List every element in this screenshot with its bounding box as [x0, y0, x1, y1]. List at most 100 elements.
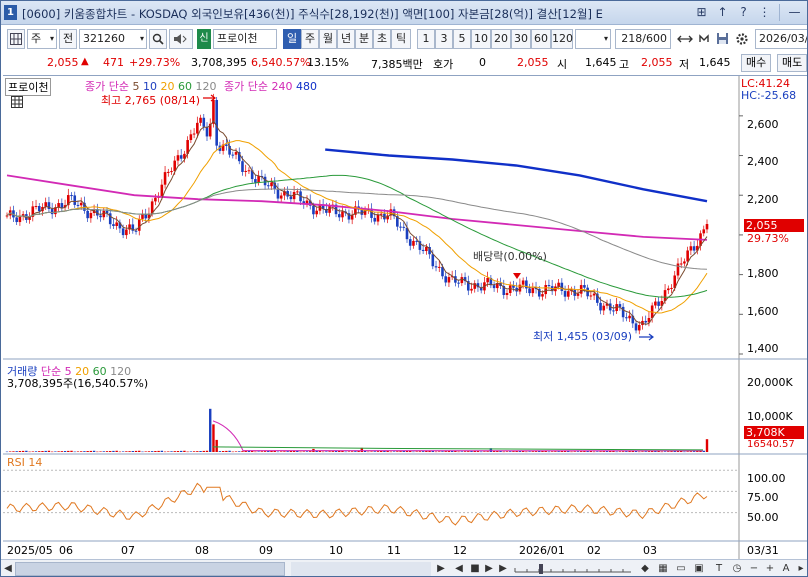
candle-body: [583, 285, 586, 288]
ma20-line: [6, 140, 708, 314]
volume-bar: [418, 451, 422, 452]
volume-bar: [260, 451, 264, 452]
scroll-right-icon[interactable]: ▶: [435, 562, 447, 576]
volume-bar: [128, 451, 131, 452]
interval-dropdown-icon[interactable]: ▾: [604, 30, 608, 48]
interval-1-button[interactable]: 1: [417, 29, 435, 49]
volume-bar: [12, 451, 15, 452]
volume-bar: [599, 451, 602, 452]
text-icon[interactable]: T: [711, 562, 727, 576]
interval-120-button[interactable]: 120: [551, 29, 573, 49]
interval-20-button[interactable]: 20: [491, 29, 511, 49]
volume-bar: [509, 451, 512, 452]
candle-body: [683, 261, 686, 264]
help-icon[interactable]: ?: [735, 4, 752, 21]
move-icon[interactable]: [675, 29, 695, 49]
code-dropdown-icon[interactable]: ▾: [140, 30, 144, 48]
volume-bar: [370, 451, 373, 452]
interval-5-button[interactable]: 5: [453, 29, 471, 49]
interval-10-button[interactable]: 10: [471, 29, 491, 49]
volume-tick-10000k: 10,000K: [747, 410, 793, 423]
volume-bar: [350, 451, 354, 452]
more-icon[interactable]: ⋮: [756, 4, 773, 21]
candle-body: [634, 323, 638, 331]
candle-body: [225, 144, 228, 146]
minimize-icon[interactable]: —: [786, 4, 803, 21]
stock-name-field[interactable]: 프로이천: [213, 29, 277, 49]
play-back-icon[interactable]: ◀: [453, 562, 465, 576]
expand-icon[interactable]: ▸: [795, 562, 807, 576]
prev-button[interactable]: 전: [59, 29, 77, 49]
zoom-icon[interactable]: [695, 29, 713, 49]
step-icon[interactable]: ▶: [497, 562, 509, 576]
auto-icon[interactable]: A: [779, 562, 793, 576]
volume-bar: [99, 451, 102, 452]
volume-bar: [109, 451, 112, 452]
period-year-button[interactable]: 년: [337, 29, 355, 49]
period-week-button[interactable]: 주: [301, 29, 319, 49]
buy-button[interactable]: 매수: [741, 54, 772, 72]
sell-button[interactable]: 매도: [777, 54, 807, 72]
play-forward-icon[interactable]: ▶: [483, 562, 495, 576]
volume-bar: [534, 451, 538, 452]
interval-30-button[interactable]: 30: [511, 29, 531, 49]
price-badge: 2,055: [744, 219, 804, 232]
grid-view-icon[interactable]: ▦: [655, 562, 671, 576]
volume-bar: [150, 451, 154, 452]
grid-icon[interactable]: [7, 29, 25, 49]
candle-body: [312, 205, 315, 215]
chart-type-select[interactable]: 주 ▾: [27, 29, 57, 49]
candle-body: [679, 263, 683, 265]
search-icon[interactable]: [149, 29, 167, 49]
save-icon[interactable]: [713, 29, 731, 49]
scroll-track[interactable]: [291, 562, 431, 576]
zoom-in-icon[interactable]: +: [763, 562, 777, 576]
bar-count-value: 218: [621, 32, 643, 45]
custom-interval-input[interactable]: ▾: [575, 29, 611, 49]
volume-bar: [373, 451, 376, 452]
chart-area[interactable]: 프로이천 종가 단순 5 10 20 60 120 종가 단순 240 480 …: [3, 75, 808, 560]
interval-60-button[interactable]: 60: [531, 29, 551, 49]
settings-gear-icon[interactable]: [733, 29, 751, 49]
candle-body: [154, 197, 157, 202]
candle-body: [628, 315, 631, 319]
pause-icon[interactable]: ■: [469, 562, 481, 576]
candle-body: [705, 224, 709, 230]
volume-bar: [157, 450, 160, 452]
period-month-button[interactable]: 월: [319, 29, 337, 49]
period-day-button[interactable]: 일: [283, 29, 301, 49]
volume-bar: [96, 451, 99, 453]
hoga-label: 호가: [433, 58, 454, 71]
candle-body: [279, 195, 283, 199]
zoom-out-icon[interactable]: −: [747, 562, 761, 576]
chart-scrollbar[interactable]: ◀ ▶ ◀ ■ ▶ ▶ ◆ ▦ ▭ ▣ T ◷ − + A ▸: [1, 559, 807, 576]
ruler-icon[interactable]: ▭: [673, 562, 689, 576]
volume-bar: [60, 451, 64, 452]
volume-bar: [286, 451, 289, 452]
chart-view-icon[interactable]: ▣: [691, 562, 707, 576]
grid-toggle-icon[interactable]: ⊞: [693, 4, 710, 21]
period-minute-button[interactable]: 분: [355, 29, 373, 49]
volume-bar: [121, 451, 125, 452]
scroll-thumb[interactable]: [15, 562, 285, 576]
volume-bar: [92, 450, 96, 452]
candle-body: [399, 226, 402, 228]
period-tick-button[interactable]: 틱: [391, 29, 411, 49]
bar-count-field[interactable]: 218/600: [615, 29, 671, 49]
volume-bar: [531, 451, 535, 452]
chevron-down-icon: ▾: [49, 34, 54, 43]
scroll-left-icon[interactable]: ◀: [3, 562, 13, 576]
volume-bar: [31, 451, 35, 452]
volume-bar: [9, 451, 12, 452]
window-title: [0600] 키움종합차트 - KOSDAQ 외국인보유[436(천)] 주식수…: [22, 7, 603, 21]
pin-icon[interactable]: ↑: [714, 4, 731, 21]
speaker-icon[interactable]: [169, 29, 193, 49]
chart-svg[interactable]: [3, 76, 808, 560]
candle-body: [241, 161, 244, 172]
zoom-slider[interactable]: [513, 562, 633, 576]
crosshair-icon[interactable]: ◆: [637, 562, 653, 576]
time-icon[interactable]: ◷: [729, 562, 745, 576]
period-second-button[interactable]: 초: [373, 29, 391, 49]
date-field[interactable]: 2026/03/31: [755, 29, 807, 49]
interval-3-button[interactable]: 3: [435, 29, 453, 49]
